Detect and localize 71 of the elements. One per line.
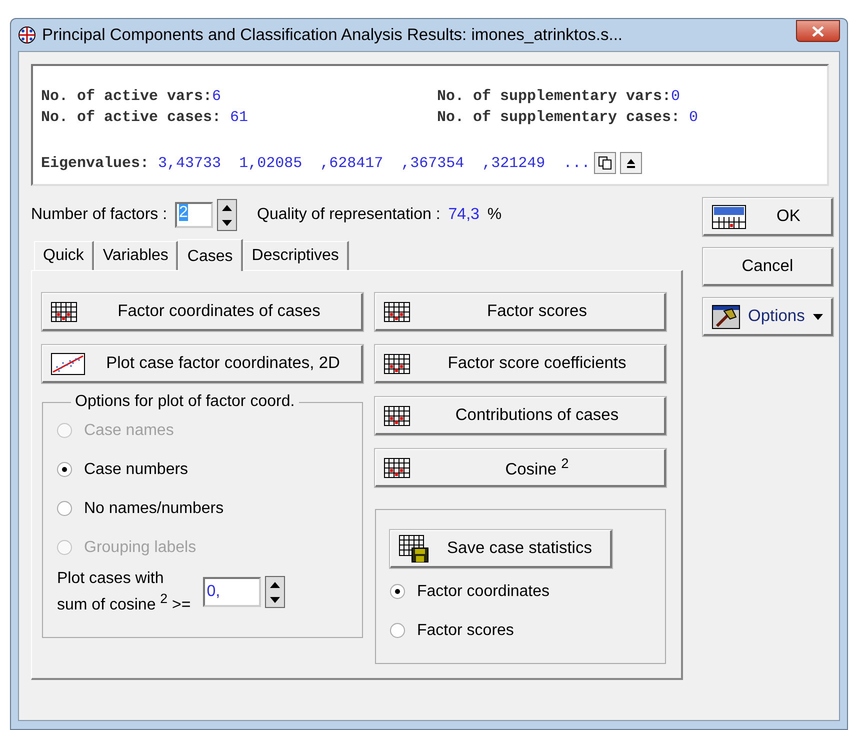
action-button[interactable]: Cosine $^{2}$ bbox=[375, 449, 666, 487]
radio-label: Factor scores bbox=[417, 622, 514, 640]
summary-label: No. of supplementary cases: bbox=[437, 109, 682, 126]
radio-label: Grouping labels bbox=[84, 538, 196, 556]
up-arrow-icon bbox=[627, 158, 636, 168]
globe-icon bbox=[18, 26, 36, 44]
group-title: Options for plot of factor coord. bbox=[74, 393, 296, 411]
spin-button[interactable] bbox=[264, 576, 285, 608]
hammer-icon bbox=[712, 304, 740, 328]
down-arrow-icon bbox=[222, 220, 232, 226]
threshold-label: sum of cosine $^{2}$ >= bbox=[57, 590, 191, 616]
table-icon bbox=[51, 302, 77, 322]
eigenvalue: 1,02085 bbox=[239, 154, 302, 172]
table-icon bbox=[384, 406, 410, 426]
table-icon bbox=[384, 354, 410, 374]
summary-value: 61 bbox=[230, 109, 248, 126]
collapse-button[interactable] bbox=[620, 152, 642, 174]
radio-button[interactable] bbox=[390, 623, 405, 638]
scatter-plot-icon bbox=[51, 352, 85, 374]
radio-label: Case numbers bbox=[84, 460, 188, 478]
eigenvalue: ... bbox=[563, 154, 590, 172]
close-icon bbox=[812, 26, 824, 36]
tab[interactable]: Descriptives bbox=[242, 241, 349, 270]
threshold-label: Plot cases with bbox=[57, 569, 165, 589]
radio-button[interactable] bbox=[390, 584, 405, 599]
window-title: Principal Components and Classification Analysis Results: imones_atrinktos.s... bbox=[42, 26, 624, 44]
quality-value: 74,3 bbox=[448, 206, 480, 224]
tab[interactable]: Quick bbox=[34, 241, 94, 270]
summary-label: No. of active vars: bbox=[41, 88, 212, 105]
quality-label: Quality of representation : bbox=[257, 206, 440, 224]
copy-icon bbox=[598, 156, 612, 170]
radio-label: Factor coordinates bbox=[417, 582, 550, 600]
spin-button[interactable] bbox=[217, 199, 238, 231]
summary-label: No. of supplementary vars: bbox=[437, 88, 672, 105]
eigenvalue: ,628417 bbox=[320, 154, 384, 172]
tab[interactable]: Variables bbox=[94, 241, 178, 270]
action-button[interactable]: Factor scores bbox=[375, 293, 666, 331]
action-button[interactable]: Factor score coefficients bbox=[375, 345, 666, 383]
percent-unit: % bbox=[487, 206, 502, 224]
close-button[interactable] bbox=[796, 20, 840, 42]
up-arrow-icon bbox=[222, 204, 232, 210]
radio-button[interactable] bbox=[57, 462, 72, 477]
save-button[interactable]: Save case statistics bbox=[390, 530, 612, 568]
copy-button[interactable] bbox=[594, 152, 616, 174]
down-arrow-icon bbox=[270, 596, 280, 603]
radio-label: No names/numbers bbox=[84, 500, 224, 518]
eigenvalue: ,367354 bbox=[401, 154, 464, 172]
table-icon bbox=[384, 458, 410, 478]
eigenvalues-label: Eigenvalues: bbox=[41, 154, 150, 172]
summary-value: 6 bbox=[212, 88, 222, 105]
eigenvalue: 3,43733 bbox=[158, 154, 222, 172]
summary-value: 0 bbox=[671, 88, 680, 105]
summary-value: 0 bbox=[689, 109, 698, 126]
factors-label: Number of factors : bbox=[31, 206, 168, 224]
summary-table-icon bbox=[712, 204, 746, 228]
action-button[interactable]: Contributions of cases bbox=[375, 397, 666, 435]
table-save-icon bbox=[399, 534, 429, 562]
table-icon bbox=[384, 302, 410, 322]
radio-label: Case names bbox=[84, 422, 174, 440]
radio-button[interactable] bbox=[57, 501, 72, 516]
dialog-button[interactable]: Cancel bbox=[703, 248, 833, 286]
action-button[interactable]: Plot case factor coordinates, 2D bbox=[42, 345, 363, 383]
menu-button[interactable]: Options bbox=[703, 298, 833, 336]
up-arrow-icon bbox=[270, 582, 280, 588]
tab[interactable]: Cases bbox=[178, 239, 243, 271]
caret-icon bbox=[812, 314, 823, 320]
action-button[interactable]: Factor coordinates of cases bbox=[42, 293, 363, 331]
eigenvalue: ,321249 bbox=[482, 154, 546, 172]
dialog-button[interactable]: OK bbox=[703, 198, 833, 236]
threshold-field[interactable]: 0, bbox=[202, 577, 261, 608]
summary-label: No. of active cases: bbox=[41, 109, 222, 126]
